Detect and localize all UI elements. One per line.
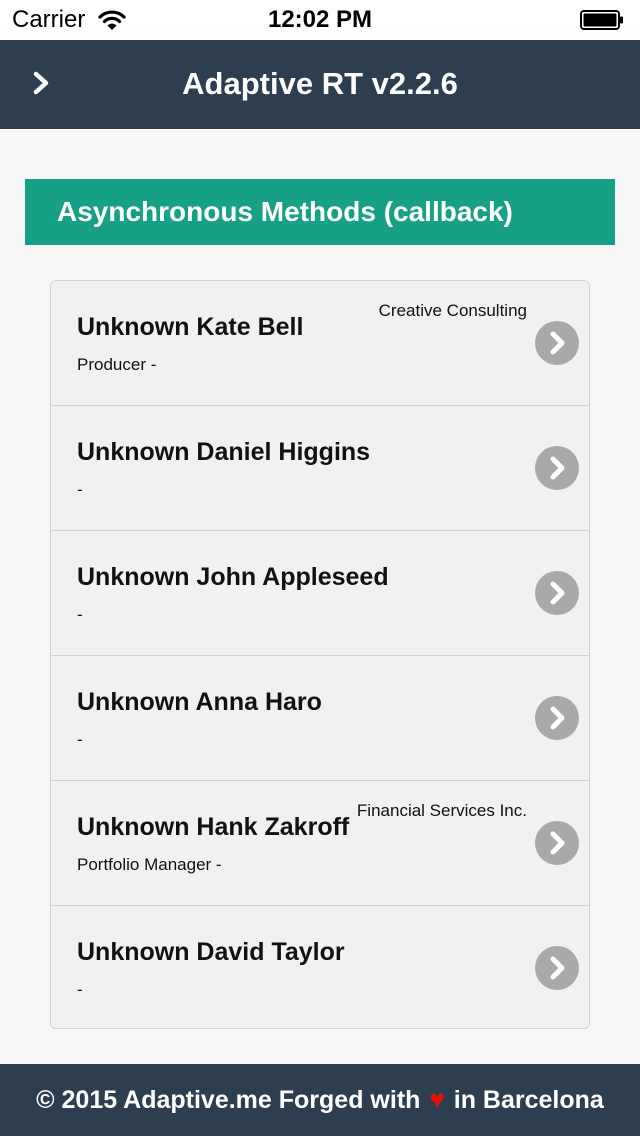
contact-company: Creative Consulting [378, 301, 527, 320]
section-title: Asynchronous Methods (callback) [57, 196, 513, 227]
list-item[interactable]: Unknown Anna Haro - [51, 656, 589, 781]
app-header: Adaptive RT v2.2.6 [0, 40, 640, 129]
contact-name: Unknown Kate Bell [77, 313, 304, 341]
contact-subtitle: - [77, 980, 83, 999]
contact-subtitle: - [77, 730, 83, 749]
status-bar: Carrier 12:02 PM [0, 0, 640, 40]
battery-icon [580, 10, 624, 30]
contact-subtitle: Producer - [77, 355, 157, 374]
contact-company: Financial Services Inc. [356, 801, 527, 820]
status-time: 12:02 PM [267, 6, 373, 33]
chevron-right-circle-icon[interactable] [535, 571, 579, 615]
app-footer: © 2015 Adaptive.me Forged with ♥ in Barc… [0, 1064, 640, 1136]
list-item[interactable]: Unknown Kate Bell Creative Consulting Pr… [51, 281, 589, 406]
list-item[interactable]: Unknown Daniel Higgins - [51, 406, 589, 531]
chevron-right-circle-icon[interactable] [535, 696, 579, 740]
heart-icon: ♥ [429, 1084, 445, 1114]
section-banner: Asynchronous Methods (callback) [25, 179, 615, 245]
contact-name: Unknown Daniel Higgins [77, 438, 371, 466]
contact-name: Unknown David Taylor [77, 938, 345, 966]
contact-list: Unknown Kate Bell Creative Consulting Pr… [50, 280, 590, 1029]
contact-name: Unknown John Appleseed [77, 563, 389, 591]
footer-prefix: © 2015 Adaptive.me Forged with [36, 1086, 421, 1114]
page-title: Adaptive RT v2.2.6 [182, 66, 458, 101]
list-item[interactable]: Unknown John Appleseed - [51, 531, 589, 656]
list-item[interactable]: Unknown Hank Zakroff Financial Services … [51, 781, 589, 906]
list-item[interactable]: Unknown David Taylor - [51, 906, 589, 1028]
contact-name: Unknown Hank Zakroff [77, 813, 350, 841]
chevron-right-circle-icon[interactable] [535, 321, 579, 365]
chevron-right-circle-icon[interactable] [535, 821, 579, 865]
chevron-right-circle-icon[interactable] [535, 446, 579, 490]
chevron-right-circle-icon[interactable] [535, 946, 579, 990]
contact-subtitle: Portfolio Manager - [77, 855, 222, 874]
footer-text: © 2015 Adaptive.me Forged with ♥ in Barc… [0, 1081, 640, 1118]
contact-subtitle: - [77, 480, 83, 499]
contact-subtitle: - [77, 605, 83, 624]
contact-name: Unknown Anna Haro [77, 688, 322, 716]
footer-suffix: in Barcelona [453, 1086, 604, 1114]
